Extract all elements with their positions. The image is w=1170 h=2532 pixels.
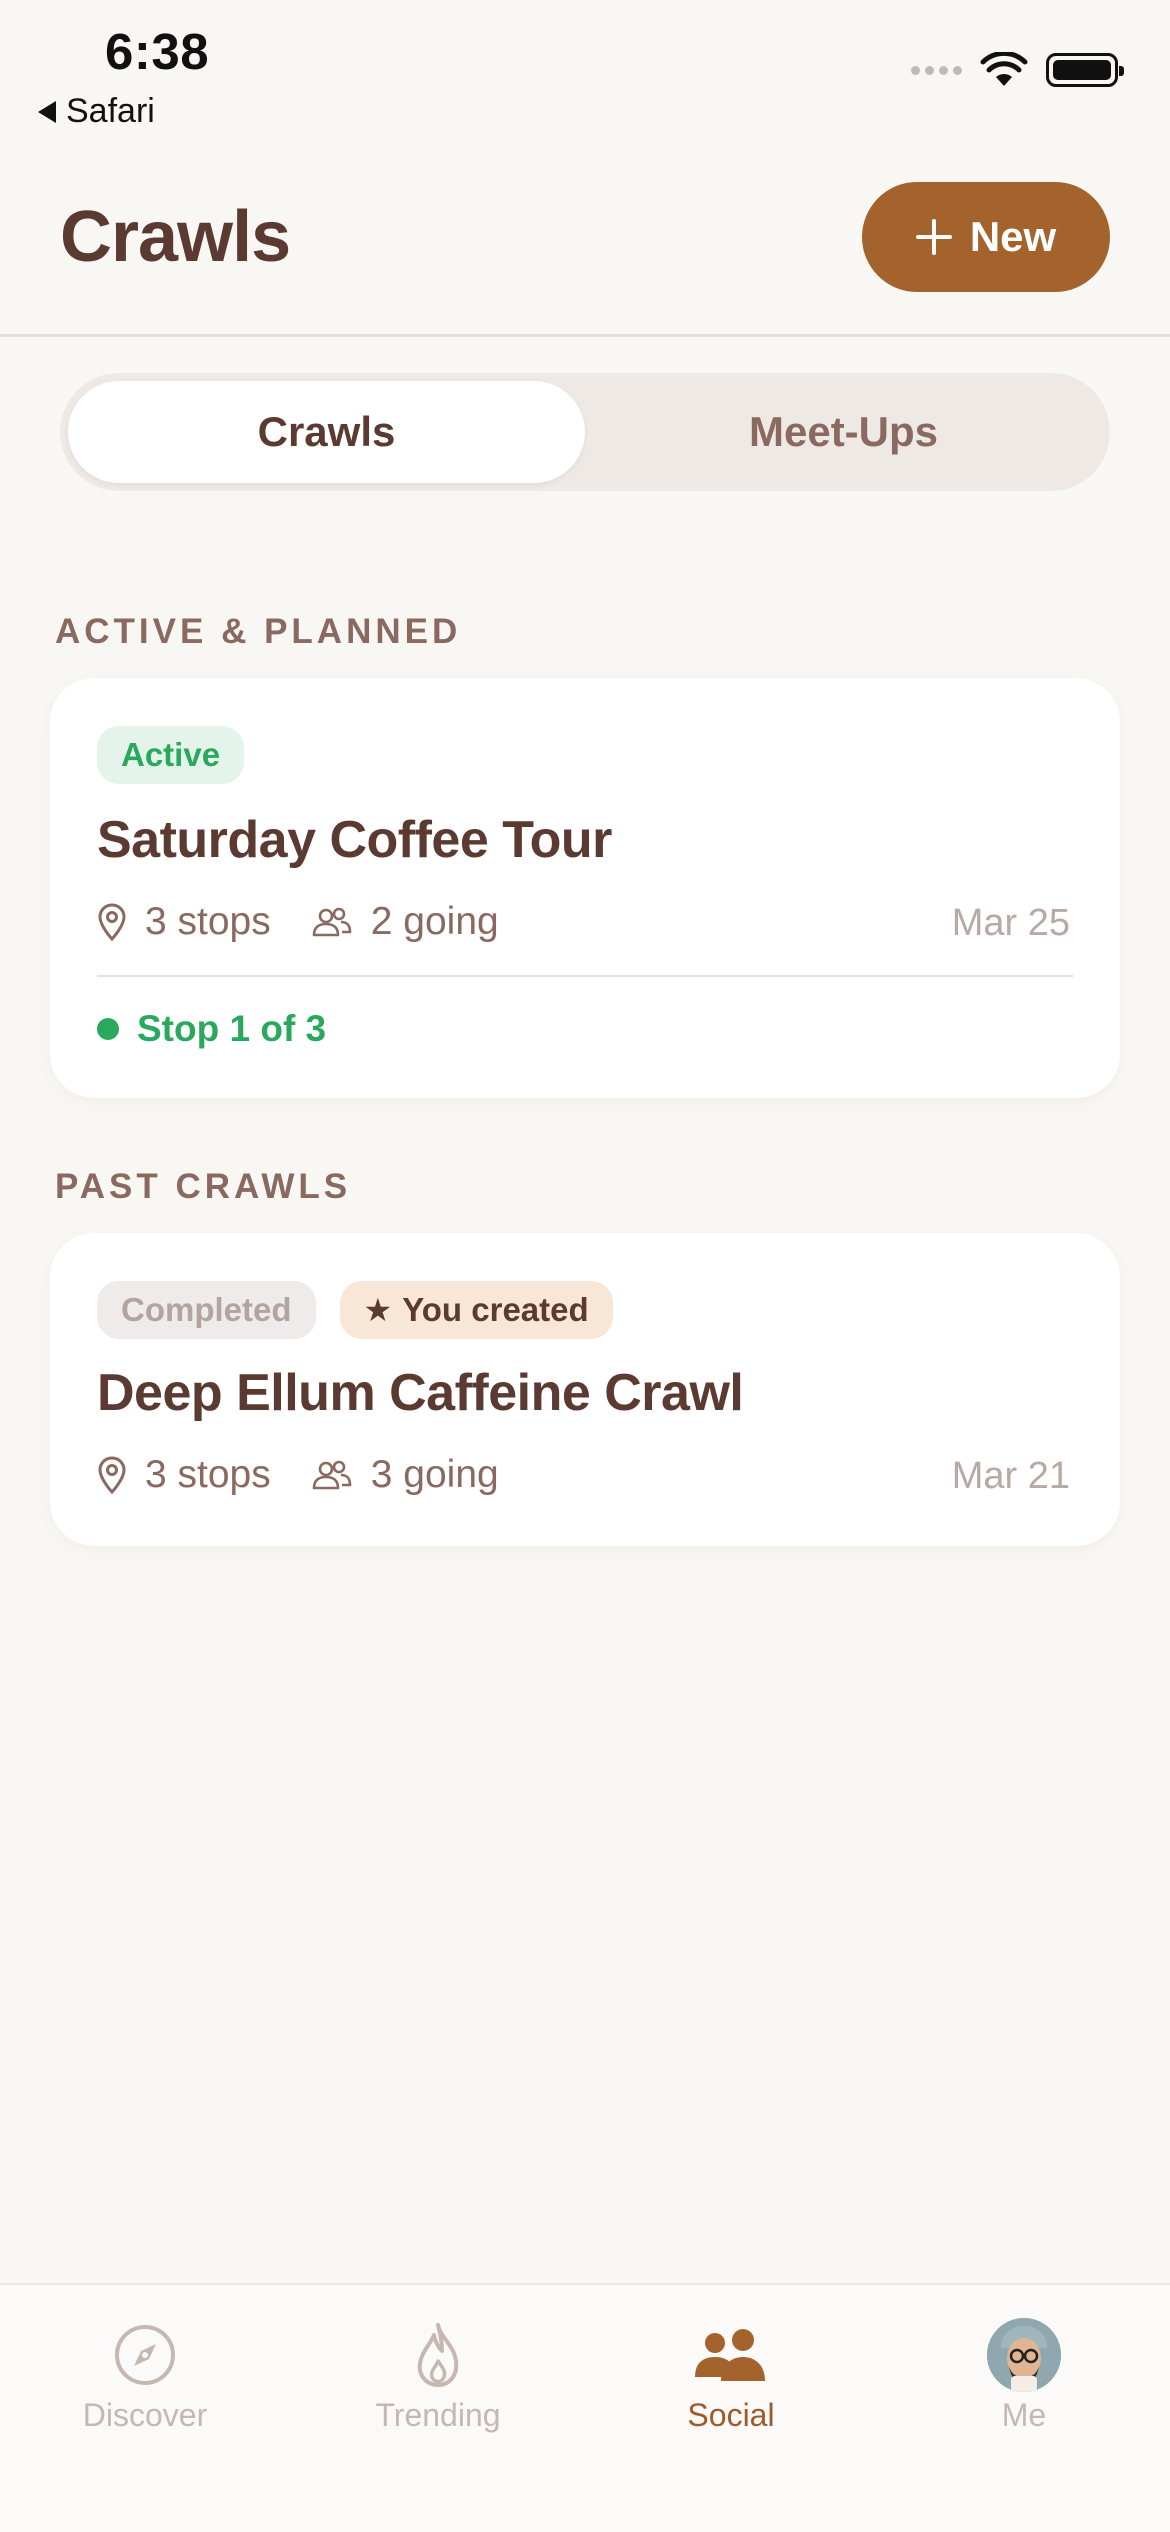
creator-badge: ★ You created [339, 1281, 613, 1339]
crawl-card-past[interactable]: Completed ★ You created Deep Ellum Caffe… [50, 1233, 1120, 1546]
new-button-label: New [969, 213, 1057, 260]
tab-social[interactable]: Social [621, 2305, 841, 2434]
crawls-screen: 6:38 Safari Crawls New Crawls Meet-Ups A… [0, 0, 1170, 2532]
flame-icon [417, 2323, 459, 2387]
plus-icon [915, 219, 952, 255]
creator-badge-label: You created [402, 1291, 589, 1328]
people-icon [695, 2329, 765, 2381]
status-time: 6:38 [105, 23, 210, 80]
going-count: 2 going [370, 900, 499, 943]
tab-bar: Discover Trending Social Me [0, 2283, 1170, 2532]
people-outline-icon [312, 907, 352, 937]
location-pin-icon [98, 903, 126, 942]
crawl-progress: Stop 1 of 3 [97, 1008, 326, 1050]
back-to-safari[interactable]: Safari [38, 92, 155, 131]
progress-dot-icon [97, 1018, 119, 1040]
crawl-date: Mar 21 [951, 1455, 1070, 1497]
segment-meet-ups[interactable]: Meet-Ups [585, 381, 1102, 483]
segmented-control: Crawls Meet-Ups [60, 373, 1110, 491]
battery-icon [1046, 53, 1124, 87]
back-label: Safari [66, 92, 155, 130]
card-divider [97, 975, 1073, 977]
avatar [987, 2318, 1061, 2392]
completed-badge: Completed [97, 1281, 316, 1339]
progress-label: Stop 1 of 3 [137, 1008, 327, 1049]
stops-count: 3 stops [145, 900, 271, 943]
star-icon: ★ [363, 1292, 393, 1328]
crawl-title: Saturday Coffee Tour [97, 811, 612, 869]
back-arrow-icon [38, 100, 56, 123]
page-title: Crawls [60, 197, 291, 277]
tab-me[interactable]: Me [914, 2305, 1134, 2434]
going-count: 3 going [370, 1453, 499, 1496]
tab-label: Me [1001, 2397, 1047, 2433]
stops-count: 3 stops [145, 1453, 271, 1496]
compass-icon [115, 2325, 175, 2385]
location-pin-icon [98, 1456, 126, 1495]
crawl-title: Deep Ellum Caffeine Crawl [97, 1364, 744, 1422]
tab-label: Discover [82, 2397, 208, 2433]
tab-label: Social [687, 2397, 775, 2433]
tab-label: Trending [375, 2397, 501, 2433]
crawl-date: Mar 25 [951, 902, 1070, 944]
tab-discover[interactable]: Discover [35, 2305, 255, 2434]
tab-trending[interactable]: Trending [328, 2305, 548, 2434]
section-title-past: PAST CRAWLS [55, 1167, 352, 1206]
segment-crawls[interactable]: Crawls [68, 381, 585, 483]
status-indicators [911, 52, 1124, 88]
cellular-signal-icon [911, 65, 962, 75]
crawl-meta: 3 stops 3 going [97, 1453, 539, 1497]
people-outline-icon [312, 1460, 352, 1490]
crawl-card-active[interactable]: Active Saturday Coffee Tour 3 stops 2 go… [50, 678, 1120, 1098]
crawl-meta: 3 stops 2 going [97, 900, 539, 944]
section-title-active: ACTIVE & PLANNED [55, 612, 462, 651]
wifi-icon [980, 52, 1028, 86]
new-crawl-button[interactable]: New [862, 182, 1110, 292]
status-badge: Active [97, 726, 245, 784]
header-divider [0, 334, 1170, 337]
